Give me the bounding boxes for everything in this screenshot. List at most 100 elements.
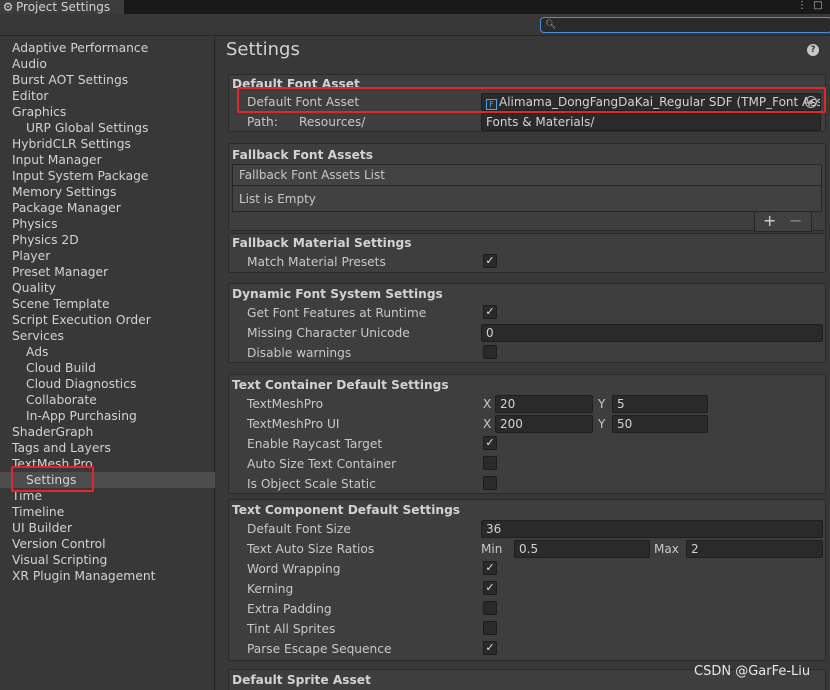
sidebar-item-package-manager[interactable]: Package Manager	[0, 200, 215, 216]
project-settings-tab[interactable]: ⚙ Project Settings	[0, 0, 124, 14]
sidebar-item-hybridclr[interactable]: HybridCLR Settings	[0, 136, 215, 152]
kerning-checkbox[interactable]: ✓	[483, 581, 497, 595]
raycast-checkbox[interactable]: ✓	[483, 436, 497, 450]
missing-char-label: Missing Character Unicode	[247, 326, 410, 340]
path-field[interactable]: Fonts & Materials/	[481, 113, 821, 131]
section-title: Default Sprite Asset	[232, 673, 371, 687]
sidebar-item-urp-global[interactable]: URP Global Settings	[0, 120, 215, 136]
word-wrap-label: Word Wrapping	[247, 562, 341, 576]
scale-static-checkbox[interactable]	[483, 476, 497, 490]
section-title: Text Component Default Settings	[232, 503, 461, 517]
sidebar-item-timeline[interactable]: Timeline	[0, 504, 215, 520]
sidebar-item-graphics[interactable]: Graphics	[0, 104, 215, 120]
sidebar-item-adaptive-performance[interactable]: Adaptive Performance	[0, 40, 215, 56]
sidebar-item-version-control[interactable]: Version Control	[0, 536, 215, 552]
sidebar-item-ui-builder[interactable]: UI Builder	[0, 520, 215, 536]
autosize-label: Auto Size Text Container	[247, 457, 397, 471]
raycast-label: Enable Raycast Target	[247, 437, 383, 451]
sidebar-item-scene-template[interactable]: Scene Template	[0, 296, 215, 312]
highlight-box-default-font	[237, 87, 826, 113]
fallback-list-body: List is Empty	[232, 186, 822, 212]
add-button[interactable]: +	[763, 212, 776, 230]
sidebar-item-memory[interactable]: Memory Settings	[0, 184, 215, 200]
section-title: Fallback Material Settings	[232, 236, 412, 250]
disable-warnings-checkbox[interactable]	[483, 345, 497, 359]
sidebar-item-quality[interactable]: Quality	[0, 280, 215, 296]
tmp-x-label: X	[483, 397, 492, 411]
sidebar-item-collaborate[interactable]: Collaborate	[0, 392, 215, 408]
title-bar: ⚙ Project Settings ⋮ □	[0, 0, 830, 14]
sidebar-item-cloud-build[interactable]: Cloud Build	[0, 360, 215, 376]
path-prefix: Resources/	[299, 115, 366, 129]
sidebar-item-audio[interactable]: Audio	[0, 56, 215, 72]
tmp-x-field[interactable]: 20	[495, 395, 593, 413]
highlight-box-settings	[11, 466, 94, 492]
autosize-checkbox[interactable]	[483, 456, 497, 470]
section-title: Text Container Default Settings	[232, 378, 449, 392]
sidebar-item-shadergraph[interactable]: ShaderGraph	[0, 424, 215, 440]
font-size-field[interactable]: 36	[481, 520, 823, 538]
kerning-label: Kerning	[247, 582, 294, 596]
sidebar-item-input-system[interactable]: Input System Package	[0, 168, 215, 184]
get-features-checkbox[interactable]: ✓	[483, 305, 497, 319]
tmp-y-label: Y	[598, 397, 606, 411]
more-menu-icon[interactable]: ⋮	[796, 0, 808, 14]
section-title: Fallback Font Assets	[232, 148, 373, 162]
sidebar-item-xr-plugin[interactable]: XR Plugin Management	[0, 568, 215, 584]
search-icon: 🔍︎	[545, 20, 557, 30]
remove-button[interactable]: −	[789, 212, 802, 230]
sidebar-item-in-app-purchasing[interactable]: In-App Purchasing	[0, 408, 215, 424]
sidebar-item-input-manager[interactable]: Input Manager	[0, 152, 215, 168]
max-label: Max	[654, 542, 679, 556]
sidebar-item-burst-aot[interactable]: Burst AOT Settings	[0, 72, 215, 88]
ratios-label: Text Auto Size Ratios	[247, 542, 375, 556]
extra-padding-checkbox[interactable]	[483, 601, 497, 615]
tmpui-y-label: Y	[598, 417, 606, 431]
section-text-container: Text Container Default Settings TextMesh…	[228, 374, 826, 494]
tmpui-x-field[interactable]: 200	[495, 415, 593, 433]
section-text-component: Text Component Default Settings Default …	[228, 499, 826, 661]
watermark: CSDN @GarFe-Liu	[694, 664, 811, 679]
tmpui-y-field[interactable]: 50	[612, 415, 708, 433]
sidebar-item-cloud-diagnostics[interactable]: Cloud Diagnostics	[0, 376, 215, 392]
min-field[interactable]: 0.5	[514, 540, 650, 558]
sidebar-item-player[interactable]: Player	[0, 248, 215, 264]
sidebar-item-tags-layers[interactable]: Tags and Layers	[0, 440, 215, 456]
scale-static-label: Is Object Scale Static	[247, 477, 376, 491]
sidebar-item-physics[interactable]: Physics	[0, 216, 215, 232]
match-presets-label: Match Material Presets	[247, 255, 386, 269]
help-icon[interactable]: ?	[807, 44, 819, 56]
search-input[interactable]: 🔍︎	[540, 17, 830, 33]
section-dynamic-font: Dynamic Font System Settings Get Font Fe…	[228, 283, 826, 363]
sidebar-item-physics-2d[interactable]: Physics 2D	[0, 232, 215, 248]
sidebar-item-editor[interactable]: Editor	[0, 88, 215, 104]
tmpui-x-label: X	[483, 417, 492, 431]
font-size-label: Default Font Size	[247, 522, 351, 536]
fallback-list-header[interactable]: Fallback Font Assets List	[232, 164, 822, 186]
tab-title: Project Settings	[16, 0, 111, 14]
path-label: Path:	[247, 115, 278, 129]
gear-icon: ⚙	[2, 0, 14, 14]
fallback-list-footer: + −	[754, 212, 812, 232]
match-presets-checkbox[interactable]: ✓	[483, 254, 497, 268]
tint-sprites-label: Tint All Sprites	[247, 622, 336, 636]
escape-checkbox[interactable]: ✓	[483, 641, 497, 655]
sidebar-item-ads[interactable]: Ads	[0, 344, 215, 360]
tint-sprites-checkbox[interactable]	[483, 621, 497, 635]
sidebar-item-services[interactable]: Services	[0, 328, 215, 344]
get-features-label: Get Font Features at Runtime	[247, 306, 427, 320]
section-fallback-fonts: Fallback Font Assets Fallback Font Asset…	[228, 143, 826, 232]
sidebar-item-script-execution[interactable]: Script Execution Order	[0, 312, 215, 328]
max-field[interactable]: 2	[686, 540, 823, 558]
word-wrap-checkbox[interactable]: ✓	[483, 561, 497, 575]
disable-warnings-label: Disable warnings	[247, 346, 352, 360]
search-bar: 🔍︎	[0, 14, 830, 36]
missing-char-field[interactable]: 0	[481, 324, 823, 342]
escape-label: Parse Escape Sequence	[247, 642, 392, 656]
maximize-icon[interactable]: □	[812, 0, 824, 14]
section-title: Dynamic Font System Settings	[232, 287, 443, 301]
tmp-y-field[interactable]: 5	[612, 395, 708, 413]
sidebar-item-preset-manager[interactable]: Preset Manager	[0, 264, 215, 280]
sidebar-item-visual-scripting[interactable]: Visual Scripting	[0, 552, 215, 568]
section-fallback-material: Fallback Material Settings Match Materia…	[228, 233, 826, 273]
